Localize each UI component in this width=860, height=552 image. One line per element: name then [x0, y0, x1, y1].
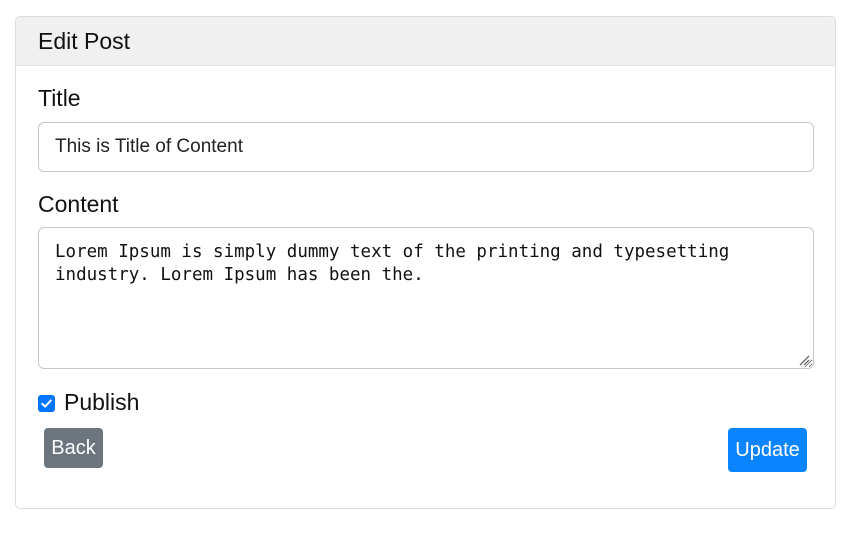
- card-header: Edit Post: [16, 17, 835, 66]
- content-textarea[interactable]: Lorem Ipsum is simply dummy text of the …: [38, 227, 814, 369]
- update-button[interactable]: Update: [728, 428, 807, 472]
- publish-checkbox[interactable]: [38, 395, 55, 412]
- publish-label: Publish: [64, 388, 140, 415]
- content-label: Content: [38, 191, 119, 217]
- check-icon: [41, 399, 52, 408]
- title-input[interactable]: [38, 122, 814, 172]
- resize-grip-icon[interactable]: [798, 353, 810, 366]
- back-button[interactable]: Back: [44, 428, 103, 468]
- publish-option: Publish: [38, 388, 139, 416]
- edit-post-card: Edit Post Title Content Lorem Ipsum is s…: [15, 16, 836, 509]
- card-title: Edit Post: [38, 27, 131, 54]
- title-label: Title: [38, 85, 81, 111]
